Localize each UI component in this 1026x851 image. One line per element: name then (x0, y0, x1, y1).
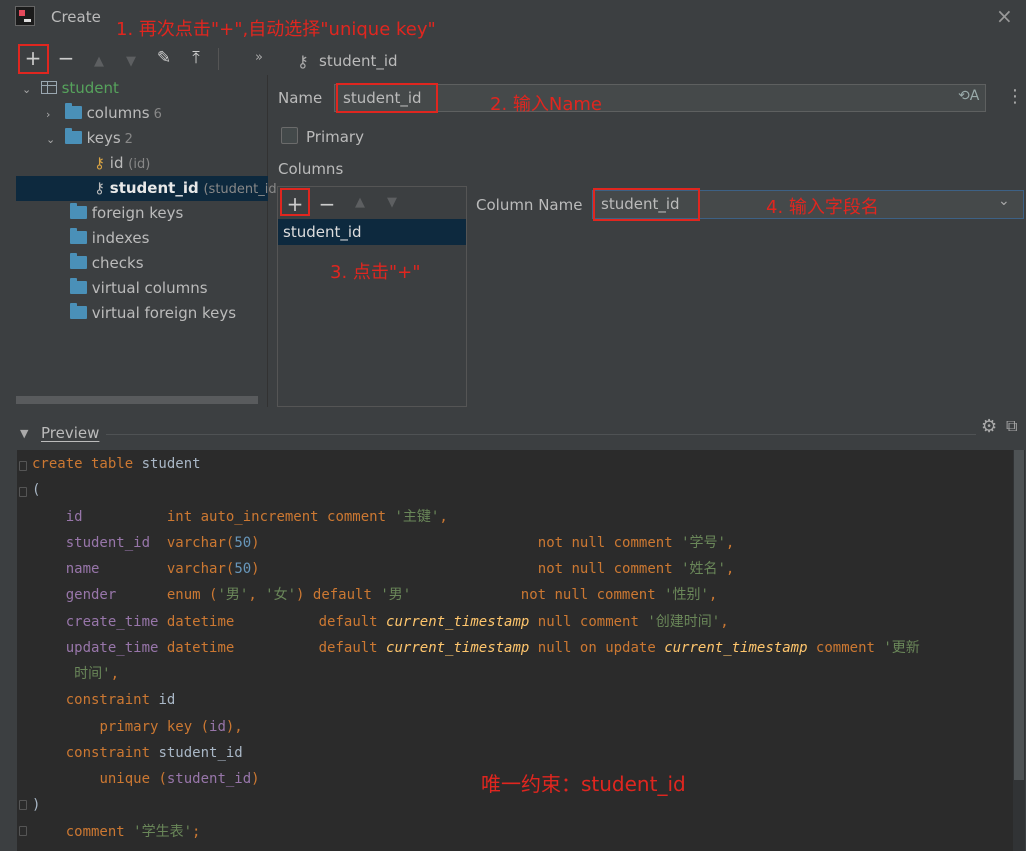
chevron-right-icon[interactable]: › (46, 102, 60, 127)
code-line: ) (32, 797, 41, 813)
edit-icon[interactable]: ✎ (153, 48, 175, 68)
move-down-button[interactable]: ▼ (120, 52, 142, 72)
column-name-label: Column Name (476, 196, 583, 214)
tree-item-virtual-foreign-keys[interactable]: virtual foreign keys (70, 301, 236, 326)
code-line: ( (32, 482, 41, 498)
primary-checkbox[interactable] (281, 127, 298, 144)
tree-item-checks[interactable]: checks (70, 251, 144, 276)
tree-item-label: columns (86, 104, 150, 122)
chevron-down-icon[interactable]: ⌄ (998, 193, 1010, 209)
code-line: gender enum ('男', '女') default '男' not n… (65, 587, 718, 603)
tree-item-sub: (id) (128, 157, 151, 172)
table-icon (40, 81, 57, 94)
breadcrumb: student_id (319, 52, 398, 70)
folder-icon (70, 253, 87, 269)
key-icon: ⚷ (94, 179, 105, 197)
folder-icon (70, 228, 87, 244)
name-label: Name (278, 89, 323, 107)
code-line: create table student (32, 456, 201, 472)
tree-item-label: checks (91, 254, 144, 272)
window-title: Create (51, 8, 101, 26)
annotation-step2: 2. 输入Name (490, 94, 602, 115)
code-line: update_time datetime default current_tim… (65, 640, 920, 656)
code-line: comment '学生表'; (65, 824, 201, 840)
app-logo-icon (15, 6, 35, 26)
annotation-note: 唯一约束：student_id (481, 772, 686, 796)
code-line: name varchar(50) not null comment '姓名', (65, 561, 735, 577)
columns-count: 6 (153, 107, 162, 122)
preview-label[interactable]: Preview (41, 424, 99, 442)
tree-item-virtual-columns[interactable]: virtual columns (70, 276, 208, 301)
tree-item-sub: (student_id (203, 182, 277, 197)
popout-icon[interactable]: ⧉ (1006, 416, 1017, 436)
table-name: student (61, 79, 119, 97)
folder-icon (64, 128, 82, 144)
chevron-down-icon[interactable]: ⌄ (46, 127, 60, 152)
key-icon: ⚷ (94, 154, 105, 172)
close-icon[interactable]: × (996, 4, 1013, 28)
tree-item-columns[interactable]: › columns 6 (46, 101, 162, 126)
fold-marker-icon[interactable] (19, 800, 27, 810)
remove-column-button[interactable]: − (316, 192, 338, 216)
code-line: student_id varchar(50) not null comment … (65, 535, 735, 551)
code-line: create_time datetime default current_tim… (65, 614, 729, 630)
auto-name-icon[interactable]: ⟲A (958, 88, 979, 104)
tree-horizontal-scrollbar[interactable] (16, 396, 258, 404)
column-list-item[interactable]: student_id (278, 219, 466, 245)
highlight-box-add (18, 44, 49, 74)
tree-item-student[interactable]: ⌄ student (22, 76, 119, 101)
tree-item-label: foreign keys (91, 204, 184, 222)
tree-item-key-student-id[interactable]: ⚷ student_id (student_id (16, 176, 277, 201)
code-line: primary key (id), (99, 719, 243, 735)
chevron-down-icon[interactable]: ⌄ (22, 77, 36, 102)
primary-label: Primary (306, 128, 364, 146)
annotation-step4: 4. 输入字段名 (766, 197, 879, 218)
folder-icon (70, 278, 87, 294)
tree-item-label: virtual foreign keys (91, 304, 237, 322)
tree-item-label: id (109, 154, 124, 172)
folder-icon (70, 303, 87, 319)
highlight-box-name (336, 83, 438, 113)
remove-button[interactable]: − (55, 48, 77, 68)
move-up-button[interactable]: ▲ (349, 195, 371, 210)
annotation-step1: 1. 再次点击"+",自动选择"unique key" (116, 19, 436, 40)
tree-item-label: indexes (91, 229, 150, 247)
folder-icon (64, 103, 82, 119)
code-vertical-scrollbar[interactable] (1014, 450, 1024, 780)
highlight-box-column-name (593, 188, 700, 221)
kebab-menu-icon[interactable]: ⋮ (1006, 86, 1024, 107)
fold-marker-icon[interactable] (19, 826, 27, 836)
tree-item-label: student_id (109, 179, 199, 197)
tree-item-label: virtual columns (91, 279, 208, 297)
folder-icon (70, 203, 87, 219)
collapse-arrow-icon[interactable]: ▼ (20, 427, 28, 440)
key-icon: ⚷ (297, 52, 309, 71)
code-line: 时间', (74, 666, 120, 682)
annotation-step3: 3. 点击"+" (330, 262, 421, 283)
move-up-button[interactable]: ▲ (88, 52, 110, 72)
tree-item-key-id[interactable]: ⚷ id (id) (94, 151, 150, 176)
code-line: constraint student_id (65, 745, 243, 761)
fold-marker-icon[interactable] (19, 461, 27, 471)
toolbar-divider (218, 48, 219, 70)
code-line: constraint id (65, 692, 176, 708)
code-line: id int auto_increment comment '主键', (65, 509, 448, 525)
divider (106, 434, 976, 435)
tree-item-foreign-keys[interactable]: foreign keys (70, 201, 183, 226)
highlight-box-add-column (280, 188, 310, 216)
tree-item-label: keys (86, 129, 121, 147)
keys-count: 2 (124, 132, 133, 147)
go-to-parent-icon[interactable]: ⤒ (185, 48, 207, 68)
fold-marker-icon[interactable] (19, 487, 27, 497)
object-tree: ⌄ student › columns 6 ⌄ keys 2 ⚷ id (id) ⚷… (16, 75, 277, 407)
tree-item-keys[interactable]: ⌄ keys 2 (46, 126, 133, 151)
move-down-button[interactable]: ▼ (381, 195, 403, 210)
more-icon[interactable]: » (248, 48, 270, 68)
columns-label: Columns (278, 160, 344, 178)
tree-item-indexes[interactable]: indexes (70, 226, 149, 251)
gear-icon[interactable]: ⚙ (981, 416, 997, 437)
code-line: unique (student_id) (99, 771, 260, 787)
